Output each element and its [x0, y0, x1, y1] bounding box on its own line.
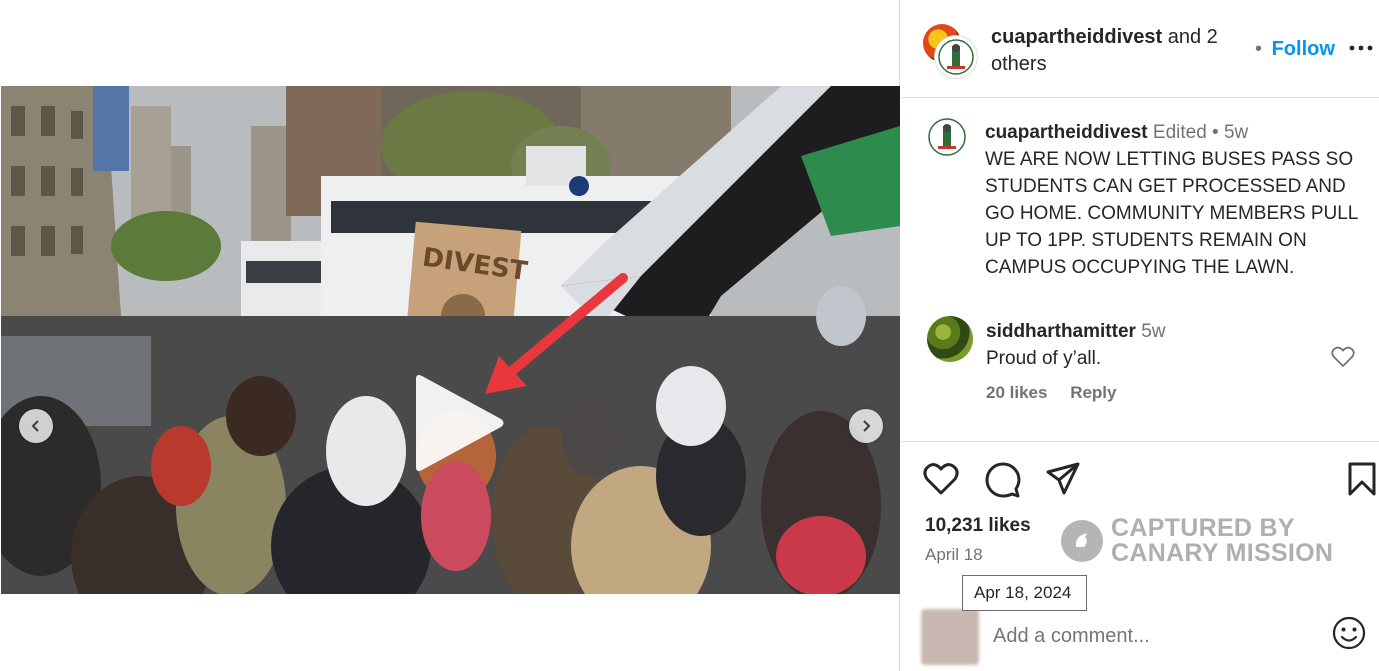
caption: cuapartheiddivest Edited • 5w WE ARE NOW… — [985, 119, 1365, 281]
comment-username[interactable]: siddharthamitter — [986, 321, 1136, 342]
more-icon[interactable] — [1349, 40, 1373, 56]
canary-logo-icon — [1061, 520, 1103, 562]
comment-likes[interactable]: 20 likes — [986, 383, 1047, 402]
caption-username[interactable]: cuapartheiddivest — [985, 122, 1148, 143]
author-username[interactable]: cuapartheiddivest — [991, 26, 1162, 48]
play-icon — [416, 375, 504, 471]
comment-icon[interactable] — [985, 462, 1021, 498]
next-slide-button[interactable] — [849, 409, 883, 443]
caption-time[interactable]: 5w — [1224, 122, 1248, 143]
collab-avatars[interactable] — [923, 24, 979, 80]
date-tooltip: Apr 18, 2024 — [962, 575, 1087, 611]
post-header: cuapartheiddivest and 2 others • Follow — [901, 0, 1379, 98]
watermark-line2: CANARY MISSION — [1111, 539, 1334, 567]
chevron-right-icon — [863, 420, 871, 432]
comment-text: Proud of y’all. — [986, 348, 1102, 369]
post-date[interactable]: April 18 — [925, 545, 983, 565]
media-pane: DIVEST — [0, 0, 900, 671]
edited-label: Edited — [1152, 122, 1207, 143]
post-side-panel: cuapartheiddivest and 2 others • Follow … — [901, 0, 1379, 671]
canary-mission-watermark: CAPTURED BY CANARY MISSION — [1061, 516, 1333, 566]
heart-icon[interactable] — [923, 462, 959, 496]
previous-slide-button[interactable] — [19, 409, 53, 443]
follow-button[interactable]: Follow — [1272, 38, 1335, 60]
avatar[interactable] — [927, 316, 973, 362]
caption-text: WE ARE NOW LETTING BUSES PASS SO STUDENT… — [985, 149, 1358, 278]
avatar — [935, 36, 977, 78]
comment-time[interactable]: 5w — [1141, 321, 1165, 342]
chevron-left-icon — [31, 420, 39, 432]
watermark-line1: CAPTURED BY — [1111, 514, 1295, 542]
post-actions: 10,231 likes April 18 CAPTURED BY CANARY… — [901, 441, 1379, 671]
save-icon[interactable] — [1347, 462, 1377, 496]
like-count[interactable]: 10,231 likes — [925, 515, 1031, 537]
avatar[interactable] — [927, 117, 967, 157]
share-icon[interactable] — [1045, 462, 1081, 496]
comment-input[interactable] — [993, 621, 1323, 651]
follow-area: • Follow — [1255, 38, 1335, 61]
comment-meta: 20 likes Reply — [986, 383, 1134, 403]
avatar — [921, 609, 979, 665]
play-button[interactable] — [408, 373, 508, 473]
comment: siddharthamitter 5w Proud of y’all. — [986, 318, 1166, 372]
post-video[interactable]: DIVEST — [1, 86, 900, 594]
heart-icon[interactable] — [1331, 346, 1355, 368]
post-authors: cuapartheiddivest and 2 others — [991, 24, 1236, 78]
reply-button[interactable]: Reply — [1070, 383, 1116, 402]
video-frame: DIVEST — [1, 86, 900, 594]
emoji-icon[interactable] — [1332, 616, 1366, 650]
separator-dot: • — [1255, 38, 1263, 60]
separator-dot: • — [1212, 122, 1219, 143]
